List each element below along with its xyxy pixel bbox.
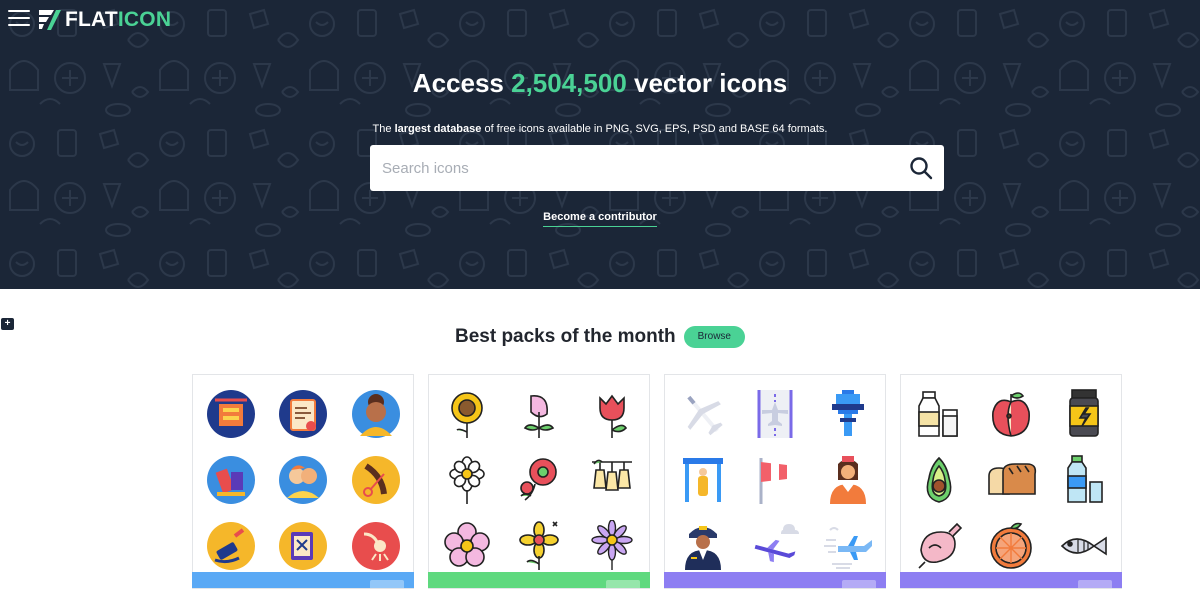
- airplane-clouds-icon: [754, 524, 799, 563]
- best-packs-header: Best packs of the month Browse: [0, 326, 1200, 348]
- grapefruit-icon: [990, 522, 1032, 569]
- hero-banner: FLATICON Access 2,504,500 vector icons T…: [0, 0, 1200, 289]
- search-button[interactable]: [898, 145, 944, 191]
- hairdresser-scissors-circle-icon: [351, 456, 400, 504]
- daisy-icon: [448, 456, 485, 504]
- pack-card-airport[interactable]: [664, 374, 886, 589]
- crafts-scissors-circle-icon: [279, 522, 327, 570]
- poppy-icon: [520, 458, 557, 501]
- flaticon-logo-mark-icon: [39, 10, 61, 30]
- playground-circle-icon: [206, 390, 255, 438]
- security-gate-icon: [682, 458, 723, 502]
- water-bottle-icon: [1066, 455, 1103, 503]
- sunflower-icon: [450, 392, 483, 438]
- search-icon: [910, 157, 933, 180]
- pack-color-bar: [900, 572, 1122, 588]
- pack-color-bar: [664, 572, 886, 588]
- toys-circle-icon: [206, 456, 255, 504]
- become-contributor-link[interactable]: Become a contributor: [543, 211, 657, 227]
- cherry-blossom-icon: [443, 522, 490, 567]
- packs-grid: [192, 374, 1122, 589]
- pack-icons: [901, 381, 1121, 579]
- windsock-icon: [759, 458, 795, 504]
- yellow-flower-icon: [519, 521, 559, 570]
- logo-wordmark: FLATICON: [65, 8, 171, 32]
- hero-title: Access 2,504,500 vector icons: [0, 68, 1200, 99]
- shower-circle-icon: [351, 522, 400, 570]
- search-input[interactable]: [370, 145, 898, 191]
- pack-icons: [429, 381, 649, 579]
- pack-icons: [193, 381, 413, 579]
- apple-icon: [992, 392, 1030, 437]
- pack-card-food[interactable]: [900, 374, 1122, 589]
- paint-roller-circle-icon: [206, 522, 255, 570]
- woman-avatar-circle-icon: [351, 390, 400, 438]
- airplane-wind-icon: [823, 527, 872, 569]
- certificate-circle-icon: [279, 390, 327, 438]
- runway-icon: [757, 390, 793, 438]
- bread-icon: [988, 463, 1037, 495]
- search-bar: [370, 145, 944, 191]
- flaticon-logo[interactable]: FLATICON: [38, 8, 171, 32]
- calla-lily-icon: [523, 395, 555, 438]
- top-navigation: FLATICON: [0, 0, 1200, 40]
- flight-attendant-icon: [829, 456, 866, 504]
- hamburger-menu-icon[interactable]: [8, 10, 30, 28]
- control-tower-icon: [831, 390, 864, 436]
- chicken-icon: [917, 522, 962, 569]
- fish-icon: [1060, 536, 1107, 556]
- browse-button[interactable]: Browse: [683, 326, 745, 348]
- family-circle-icon: [279, 456, 327, 504]
- hero-title-prefix: Access: [412, 68, 512, 98]
- hero-subtitle-bold: largest database: [394, 123, 482, 135]
- pack-card-circle-illustrations[interactable]: [192, 374, 414, 589]
- tulip-icon: [598, 394, 627, 438]
- hero-subtitle-post: of free icons available in PNG, SVG, EPS…: [481, 123, 828, 135]
- pack-icons: [665, 381, 885, 579]
- logo-prefix: FLAT: [65, 8, 118, 31]
- avocado-icon: [926, 456, 951, 503]
- hero-subtitle-pre: The: [372, 123, 395, 135]
- logo-suffix: ICON: [117, 8, 172, 31]
- pack-color-bar: [428, 572, 650, 588]
- purple-aster-icon: [590, 520, 633, 570]
- pack-card-flowers[interactable]: [428, 374, 650, 589]
- icon-count: 2,504,500: [511, 68, 627, 98]
- pilot-icon: [684, 526, 721, 570]
- milk-icon: [917, 391, 958, 437]
- airplane-icon: [686, 395, 723, 436]
- contributor-link-wrap: Become a contributor: [0, 207, 1200, 227]
- hero-title-suffix: vector icons: [626, 68, 788, 98]
- bell-flowers-icon: [591, 459, 632, 491]
- pack-color-bar: [192, 572, 414, 588]
- best-packs-title: Best packs of the month: [454, 326, 676, 347]
- protein-jar-icon: [1068, 389, 1099, 437]
- hero-subtitle: The largest database of free icons avail…: [0, 123, 1200, 135]
